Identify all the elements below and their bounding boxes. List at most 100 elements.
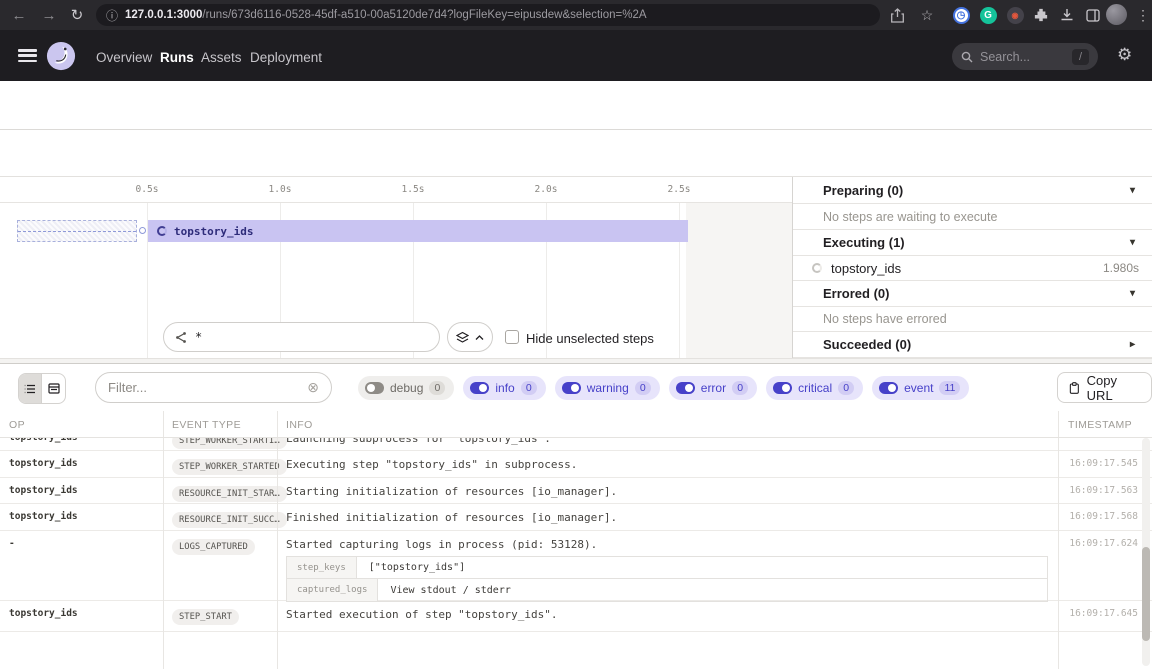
chip-event[interactable]: event11 <box>872 376 969 400</box>
step-selector-input[interactable]: * <box>163 322 440 352</box>
meta-value: ["topstory_ids"] <box>357 557 477 578</box>
nav-deployment[interactable]: Deployment <box>250 50 322 65</box>
chip-critical[interactable]: critical0 <box>766 376 863 400</box>
app-navbar: Overview Runs Assets Deployment Search..… <box>0 30 1152 81</box>
chevron-down-icon: ▾ <box>1130 185 1135 196</box>
event-type-badge: STEP_WORKER_STARTI… <box>172 438 287 449</box>
forward-icon[interactable]: → <box>38 4 60 26</box>
search-icon <box>961 51 973 63</box>
chip-count: 0 <box>732 381 748 395</box>
log-row[interactable]: topstory_ids STEP_WORKER_STARTED Executi… <box>0 451 1152 478</box>
meta-label: captured_logs <box>287 579 378 601</box>
log-info-text: Started capturing logs in process (pid: … <box>286 538 597 551</box>
toggle-on-icon <box>773 382 792 394</box>
log-row[interactable]: topstory_ids STEP_START Started executio… <box>0 601 1152 632</box>
section-executing[interactable]: Executing (1)▾ <box>793 230 1152 256</box>
toggle-off-icon <box>365 382 384 394</box>
log-row-clipped[interactable]: topstory_ids STEP_WORKER_STARTI… Launchi… <box>0 438 1152 451</box>
toggle-on-icon <box>562 382 581 394</box>
hide-unselected-label: Hide unselected steps <box>526 331 654 346</box>
hamburger-menu-icon[interactable] <box>18 49 37 62</box>
zoom-options-button[interactable] <box>447 322 493 352</box>
log-filter-input[interactable]: Filter... ⊗ <box>95 372 332 403</box>
event-log-table: OP EVENT TYPE INFO TIMESTAMP topstory_id… <box>0 411 1152 669</box>
extensions-puzzle-icon[interactable] <box>1030 4 1052 26</box>
gantt-pending-box <box>17 220 137 242</box>
structured-view-icon[interactable] <box>42 374 65 403</box>
dagster-run-page: ← → ↻ ⓘ 127.0.0.1:3000/runs/673d6116-052… <box>0 0 1152 669</box>
executing-step-name: topstory_ids <box>831 261 901 276</box>
gantt-toolbar: Hide not started steps Re-execute (topst… <box>0 130 1152 177</box>
chip-count: 0 <box>635 381 651 395</box>
settings-gear-icon[interactable]: ⚙ <box>1117 45 1132 65</box>
op-selector-icon <box>175 331 188 344</box>
executing-step-row[interactable]: topstory_ids 1.980s <box>793 256 1152 281</box>
toggle-on-icon <box>676 382 695 394</box>
log-row[interactable]: topstory_ids RESOURCE_INIT_SUCC… Finishe… <box>0 504 1152 531</box>
chip-error[interactable]: error0 <box>669 376 757 400</box>
log-view-segmented-control <box>18 373 66 404</box>
browser-profile-avatar[interactable] <box>1106 4 1127 25</box>
address-bar[interactable]: ⓘ 127.0.0.1:3000/runs/673d6116-0528-45df… <box>96 4 880 26</box>
hide-unselected-checkbox[interactable] <box>505 330 519 344</box>
axis-tick: 2.5s <box>668 184 691 195</box>
log-table-header: OP EVENT TYPE INFO TIMESTAMP <box>0 411 1152 438</box>
chip-warning[interactable]: warning0 <box>555 376 660 400</box>
chevron-right-icon: ▸ <box>1130 339 1135 350</box>
gantt-future-shade <box>686 203 792 363</box>
search-shortcut-key: / <box>1072 49 1089 65</box>
chip-debug[interactable]: debug0 <box>358 376 454 400</box>
layers-icon <box>456 331 469 344</box>
list-view-icon[interactable] <box>19 374 42 403</box>
chip-count: 11 <box>939 381 960 395</box>
section-errored[interactable]: Errored (0)▾ <box>793 281 1152 307</box>
event-type-badge: STEP_WORKER_STARTED <box>172 459 287 475</box>
downloads-icon[interactable] <box>1056 4 1078 26</box>
event-type-badge: RESOURCE_INIT_STAR… <box>172 486 287 502</box>
copy-url-button[interactable]: Copy URL <box>1057 372 1152 403</box>
browser-menu-kebab-icon[interactable]: ⋮ <box>1132 4 1152 26</box>
axis-tick: 1.5s <box>402 184 425 195</box>
axis-tick: 0.5s <box>136 184 159 195</box>
share-icon[interactable] <box>886 4 908 26</box>
chip-count: 0 <box>521 381 537 395</box>
gantt-step-bar[interactable]: topstory_ids <box>148 220 688 242</box>
log-level-chips: debug0 info0 warning0 error0 critical0 e… <box>358 376 969 400</box>
global-search-input[interactable]: Search... / <box>952 43 1098 70</box>
bookmark-star-icon[interactable]: ☆ <box>916 4 938 26</box>
nav-overview[interactable]: Overview <box>96 50 152 65</box>
chip-info[interactable]: info0 <box>463 376 545 400</box>
clipboard-icon <box>1069 381 1080 395</box>
extension-darkreader-icon[interactable]: ◉ <box>1004 4 1026 26</box>
dagster-logo[interactable] <box>46 41 76 71</box>
section-succeeded[interactable]: Succeeded (0)▸ <box>793 332 1152 358</box>
meta-label: step_keys <box>287 557 357 578</box>
log-row[interactable]: topstory_ids RESOURCE_INIT_STAR… Startin… <box>0 478 1152 504</box>
steps-status-panel: Preparing (0)▾ No steps are waiting to e… <box>793 177 1152 363</box>
reload-icon[interactable]: ↻ <box>66 4 88 26</box>
log-scrollbar-thumb[interactable] <box>1142 547 1150 641</box>
errored-empty-text: No steps have errored <box>793 307 1152 332</box>
chevron-up-icon <box>475 335 484 340</box>
site-info-icon[interactable]: ⓘ <box>106 7 118 24</box>
event-log-section: Filter... ⊗ debug0 info0 warning0 error0… <box>0 363 1152 669</box>
gantt-chart: 0.5s 1.0s 1.5s 2.0s 2.5s topstory_ids <box>0 177 793 363</box>
view-stdout-stderr-link[interactable]: View stdout / stderr <box>378 579 522 601</box>
nav-assets[interactable]: Assets <box>201 50 242 65</box>
back-icon[interactable]: ← <box>8 4 30 26</box>
step-selector-value: * <box>195 330 202 344</box>
clear-filter-icon[interactable]: ⊗ <box>307 379 319 396</box>
nav-runs[interactable]: Runs <box>160 50 194 65</box>
preparing-empty-text: No steps are waiting to execute <box>793 204 1152 230</box>
side-panel-icon[interactable] <box>1082 4 1104 26</box>
toggle-on-icon <box>879 382 898 394</box>
event-type-badge: STEP_START <box>172 609 239 625</box>
extension-grammarly-icon[interactable]: G <box>977 4 999 26</box>
log-row-logs-captured[interactable]: - LOGS_CAPTURED Started capturing logs i… <box>0 531 1152 601</box>
extension-clock-icon[interactable]: ◷ <box>950 4 972 26</box>
gantt-bar-label: topstory_ids <box>174 225 253 238</box>
log-metadata-table: step_keys ["topstory_ids"] captured_logs… <box>286 556 1048 602</box>
toggle-on-icon <box>470 382 489 394</box>
axis-tick: 1.0s <box>269 184 292 195</box>
section-preparing[interactable]: Preparing (0)▾ <box>793 177 1152 204</box>
